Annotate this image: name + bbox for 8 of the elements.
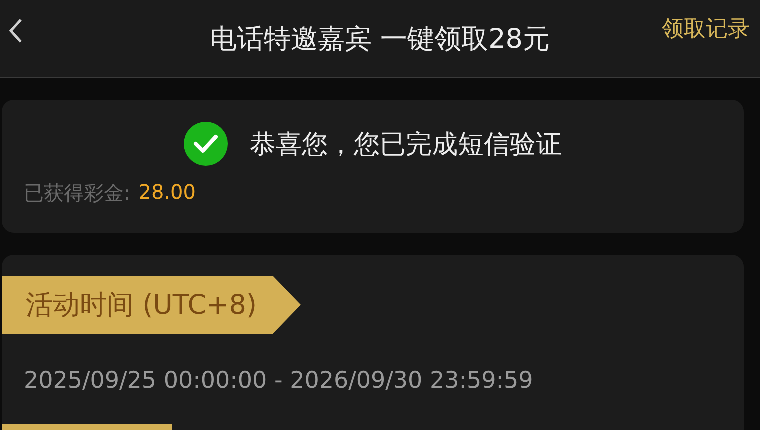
- success-message: 恭喜您，您已完成短信验证: [250, 128, 562, 162]
- page-title: 电话特邀嘉宾 一键领取28元: [210, 22, 550, 56]
- records-link[interactable]: 领取记录: [662, 14, 750, 44]
- bonus-label: 已获得彩金:: [24, 180, 131, 207]
- check-icon: [184, 122, 228, 166]
- section-ribbon: 活动时间 (UTC+8): [2, 276, 301, 334]
- activity-period: 2025/09/25 00:00:00 - 2026/09/30 23:59:59: [24, 368, 534, 394]
- bonus-value: 28.00: [138, 180, 196, 206]
